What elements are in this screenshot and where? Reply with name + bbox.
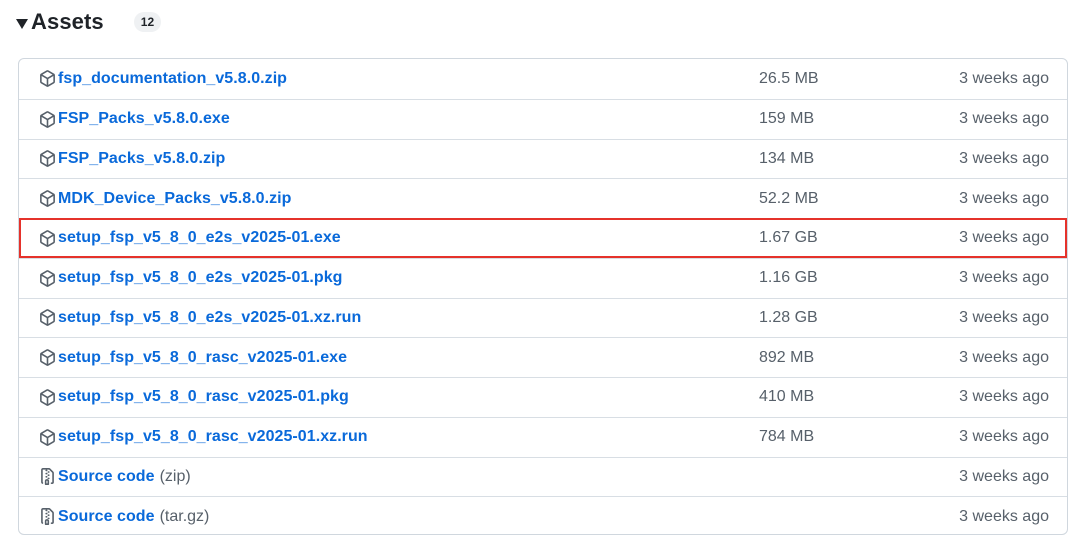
asset-size: 26.5 MB — [759, 69, 819, 87]
asset-date: 3 weeks ago — [959, 69, 1049, 87]
asset-date: 3 weeks ago — [959, 467, 1049, 485]
asset-name-cell: MDK_Device_Packs_v5.8.0.zip — [39, 190, 297, 208]
asset-name-cell: setup_fsp_v5_8_0_rasc_v2025-01.pkg — [39, 388, 354, 406]
asset-download-link[interactable]: setup_fsp_v5_8_0_rasc_v2025-01.exe — [58, 349, 347, 367]
asset-date: 3 weeks ago — [959, 428, 1049, 446]
asset-name-cell: fsp_documentation_v5.8.0.zip — [39, 70, 292, 88]
asset-size: 134 MB — [759, 149, 815, 167]
asset-row: FSP_Packs_v5.8.0.zip 134 MB 3 weeks ago — [19, 138, 1067, 179]
assets-list: fsp_documentation_v5.8.0.zip 26.5 MB 3 w… — [18, 58, 1068, 535]
asset-download-link[interactable]: Source code — [58, 508, 155, 526]
asset-name-cell: Source code (tar.gz) — [39, 508, 209, 526]
package-icon — [39, 389, 56, 406]
asset-row: Source code (tar.gz) 3 weeks ago — [19, 496, 1067, 536]
asset-date: 3 weeks ago — [959, 229, 1049, 247]
asset-row: setup_fsp_v5_8_0_e2s_v2025-01.xz.run 1.2… — [19, 297, 1067, 338]
asset-size: 52.2 MB — [759, 189, 819, 207]
asset-row: MDK_Device_Packs_v5.8.0.zip 52.2 MB 3 we… — [19, 178, 1067, 218]
asset-size: 410 MB — [759, 388, 815, 406]
asset-date: 3 weeks ago — [959, 110, 1049, 128]
asset-size: 892 MB — [759, 348, 815, 366]
asset-row: setup_fsp_v5_8_0_e2s_v2025-01.pkg 1.16 G… — [19, 257, 1067, 298]
package-icon — [39, 428, 56, 446]
asset-name-cell: FSP_Packs_v5.8.0.zip — [39, 150, 230, 168]
asset-date: 3 weeks ago — [959, 348, 1049, 366]
asset-download-link[interactable]: Source code — [58, 468, 155, 486]
asset-size: 1.28 GB — [759, 308, 818, 326]
asset-date: 3 weeks ago — [959, 507, 1049, 525]
asset-size: 159 MB — [759, 110, 815, 128]
file-zip-icon — [39, 468, 56, 486]
asset-download-link[interactable]: setup_fsp_v5_8_0_e2s_v2025-01.xz.run — [58, 309, 361, 327]
asset-name-cell: setup_fsp_v5_8_0_rasc_v2025-01.xz.run — [39, 428, 373, 446]
asset-name-cell: setup_fsp_v5_8_0_rasc_v2025-01.exe — [39, 349, 352, 367]
file-zip-icon — [39, 508, 56, 526]
package-icon — [39, 309, 56, 327]
asset-suffix: (tar.gz) — [159, 507, 210, 525]
asset-download-link[interactable]: setup_fsp_v5_8_0_rasc_v2025-01.pkg — [58, 388, 349, 406]
caret-down-icon — [16, 18, 28, 29]
asset-name-cell: setup_fsp_v5_8_0_e2s_v2025-01.pkg — [39, 269, 348, 287]
asset-date: 3 weeks ago — [959, 269, 1049, 287]
assets-count-badge: 12 — [133, 12, 162, 32]
asset-download-link[interactable]: FSP_Packs_v5.8.0.zip — [58, 150, 225, 168]
asset-download-link[interactable]: fsp_documentation_v5.8.0.zip — [58, 70, 287, 88]
asset-row: Source code (zip) 3 weeks ago — [19, 456, 1067, 497]
package-icon — [39, 70, 56, 88]
package-icon — [39, 150, 56, 168]
asset-name-cell: FSP_Packs_v5.8.0.exe — [39, 110, 235, 128]
asset-date: 3 weeks ago — [959, 149, 1049, 167]
asset-size: 784 MB — [759, 428, 815, 446]
package-icon — [39, 190, 56, 207]
asset-size: 1.16 GB — [759, 269, 818, 287]
asset-row: FSP_Packs_v5.8.0.exe 159 MB 3 weeks ago — [19, 98, 1067, 139]
asset-download-link[interactable]: setup_fsp_v5_8_0_rasc_v2025-01.xz.run — [58, 428, 368, 446]
asset-row: setup_fsp_v5_8_0_rasc_v2025-01.pkg 410 M… — [19, 377, 1067, 417]
asset-size: 1.67 GB — [759, 229, 818, 247]
asset-name-cell: setup_fsp_v5_8_0_e2s_v2025-01.exe — [39, 229, 346, 247]
package-icon — [39, 349, 56, 366]
package-icon — [39, 269, 56, 287]
asset-download-link[interactable]: FSP_Packs_v5.8.0.exe — [58, 110, 230, 128]
asset-row: setup_fsp_v5_8_0_rasc_v2025-01.xz.run 78… — [19, 416, 1067, 457]
asset-row: setup_fsp_v5_8_0_rasc_v2025-01.exe 892 M… — [19, 337, 1067, 377]
asset-download-link[interactable]: setup_fsp_v5_8_0_e2s_v2025-01.pkg — [58, 269, 343, 287]
asset-date: 3 weeks ago — [959, 189, 1049, 207]
asset-download-link[interactable]: setup_fsp_v5_8_0_e2s_v2025-01.exe — [58, 229, 341, 247]
asset-date: 3 weeks ago — [959, 308, 1049, 326]
asset-name-cell: setup_fsp_v5_8_0_e2s_v2025-01.xz.run — [39, 309, 366, 327]
package-icon — [39, 110, 56, 128]
asset-name-cell: Source code (zip) — [39, 468, 191, 486]
assets-title: Assets — [31, 9, 104, 34]
package-icon — [39, 230, 56, 247]
asset-suffix: (zip) — [159, 467, 191, 485]
assets-toggle[interactable]: Assets 12 — [16, 6, 162, 38]
asset-row: fsp_documentation_v5.8.0.zip 26.5 MB 3 w… — [19, 59, 1067, 99]
asset-row: setup_fsp_v5_8_0_e2s_v2025-01.exe 1.67 G… — [19, 218, 1067, 258]
asset-date: 3 weeks ago — [959, 388, 1049, 406]
asset-download-link[interactable]: MDK_Device_Packs_v5.8.0.zip — [58, 190, 292, 208]
